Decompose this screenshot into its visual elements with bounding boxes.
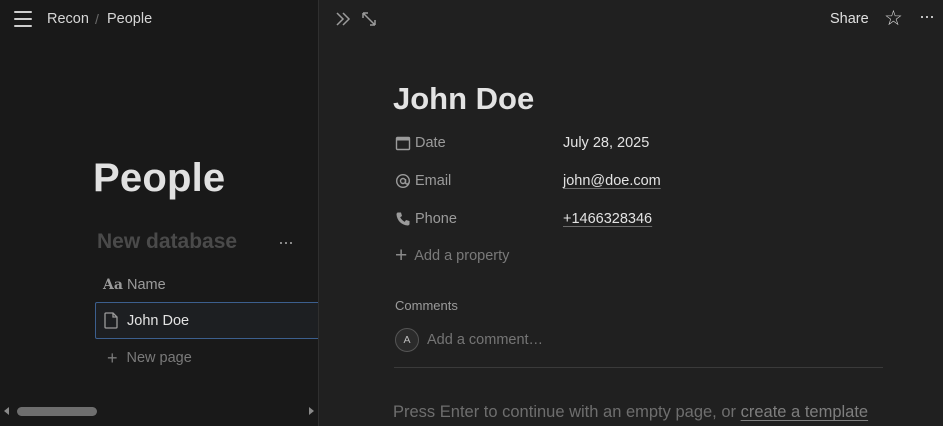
scroll-left-arrow-icon[interactable] [4,407,9,415]
property-label-text: Email [415,173,452,189]
left-topbar: Recon / People [0,0,318,38]
at-sign-icon [395,173,411,189]
database-page-title[interactable]: People [93,156,225,201]
share-button[interactable]: Share [830,11,869,27]
property-email-label[interactable]: Email [395,173,563,189]
add-property-label: Add a property [414,248,510,264]
property-date-value[interactable]: July 28, 2025 [563,135,649,151]
table-row[interactable]: John Doe [95,302,318,339]
property-label-text: Phone [415,211,457,227]
property-phone-label[interactable]: Phone [395,211,563,227]
database-more-icon[interactable]: ··· [278,232,294,253]
document-icon [104,312,118,329]
divider [394,367,883,368]
expand-icon[interactable] [362,12,376,26]
property-date: Date July 28, 2025 [395,132,875,154]
database-title[interactable]: New database [97,230,237,254]
create-template-link[interactable]: create a template [741,403,869,421]
page-title[interactable]: John Doe [393,81,534,117]
plus-icon: + [107,348,118,368]
database-pane: Recon / People People New database ··· A… [0,0,318,426]
property-phone: Phone +1466328346 [395,208,875,230]
scrollbar-thumb[interactable] [17,407,97,416]
new-page-label: New page [126,350,192,366]
hint-text: Press Enter to continue with an empty pa… [393,403,741,421]
scroll-right-arrow-icon[interactable] [309,407,314,415]
row-title: John Doe [127,312,190,329]
property-email: Email john@doe.com [395,170,875,192]
double-chevron-right-icon[interactable] [335,11,351,27]
column-header-label: Name [127,277,166,293]
text-aa-icon: Aa [103,277,123,293]
plus-icon: + [395,244,408,267]
property-phone-value[interactable]: +1466328346 [563,211,652,227]
property-date-label[interactable]: Date [395,135,563,151]
column-header-name[interactable]: Aa Name [103,275,166,295]
calendar-icon [395,136,411,151]
more-options-icon[interactable]: ··· [919,6,935,27]
comment-input[interactable] [427,332,867,348]
property-email-value[interactable]: john@doe.com [563,173,661,189]
breadcrumb-workspace[interactable]: Recon [47,11,89,27]
comments-heading: Comments [395,298,458,313]
peek-page-pane: Share ☆ ··· John Doe Date July 28, 2025 … [319,0,943,426]
hamburger-menu-icon[interactable] [14,11,32,27]
property-label-text: Date [415,135,446,151]
phone-icon [396,212,410,226]
new-page-button[interactable]: + New page [107,349,192,367]
breadcrumb-current[interactable]: People [107,11,152,27]
add-property-button[interactable]: + Add a property [395,244,510,267]
avatar: A [395,328,419,352]
empty-page-hint: Press Enter to continue with an empty pa… [393,403,868,422]
breadcrumb-separator: / [95,11,99,27]
star-icon[interactable]: ☆ [884,8,903,29]
horizontal-scrollbar[interactable] [0,403,318,419]
